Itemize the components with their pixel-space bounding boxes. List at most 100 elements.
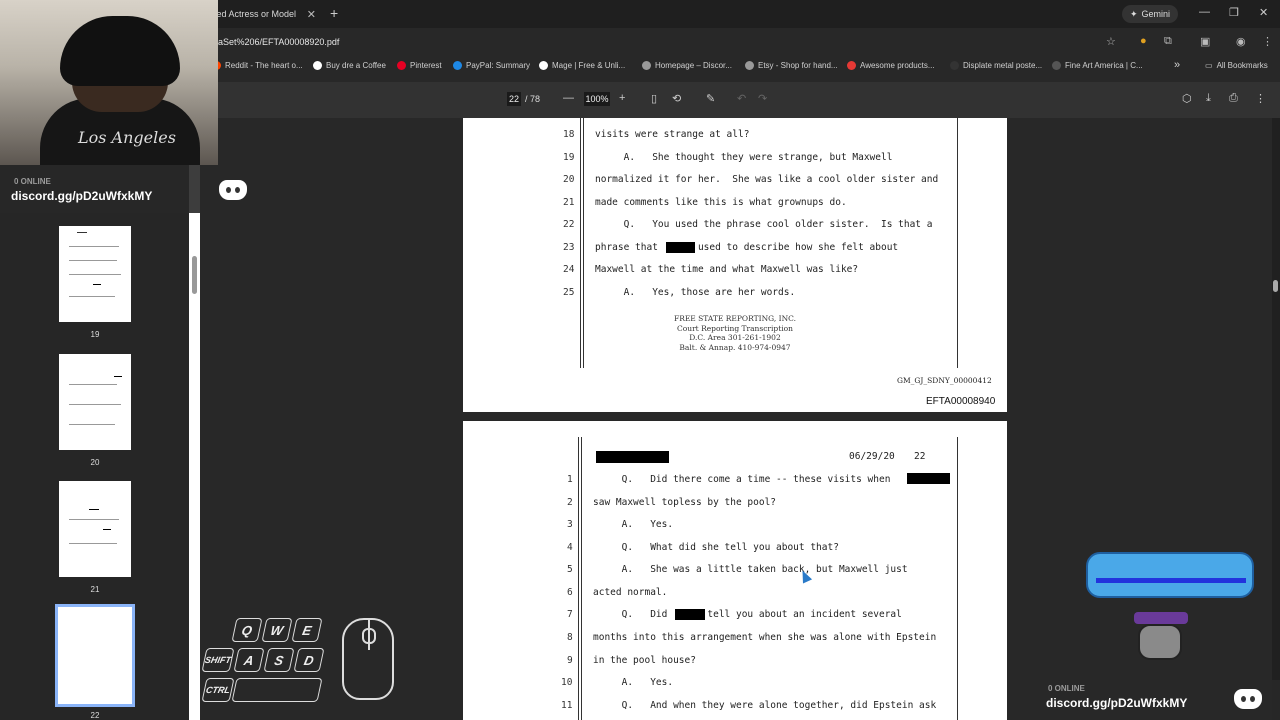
page-number-input[interactable]: 22 (507, 92, 521, 106)
pdf-menu-icon[interactable]: ⋮ (1255, 92, 1266, 105)
transcript-line: A. Yes, those are her words. (595, 287, 796, 298)
zoom-in-button[interactable]: + (619, 92, 625, 104)
line-number: 1 (567, 474, 573, 485)
tab-active[interactable]: fied Actress or Model ✕ (212, 2, 324, 26)
all-bookmarks-button[interactable]: ▭ All Bookmarks (1205, 61, 1268, 70)
displate-icon (950, 61, 959, 70)
redaction-box (666, 242, 695, 253)
annotate-icon[interactable]: ⬡ (1182, 92, 1192, 105)
extension-coin-icon[interactable]: ● (1140, 35, 1147, 47)
mouse-overlay (342, 618, 394, 700)
menu-kebab-icon[interactable]: ⋮ (1262, 35, 1273, 48)
transcript-line: in the pool house? (593, 655, 696, 666)
gemini-label: Gemini (1141, 9, 1171, 19)
rotate-icon[interactable]: ⟲ (672, 92, 681, 105)
transcript-line: A. She was a little taken back, but Maxw… (593, 564, 908, 575)
transcript-line: Q. And when they were alone together, di… (593, 700, 937, 711)
webcam-overlay: Los Angeles (0, 0, 218, 165)
tab-search-icon[interactable]: ▣ (1200, 35, 1210, 48)
fit-page-icon[interactable]: ▯ (651, 92, 657, 105)
new-tab-button[interactable]: + (330, 5, 338, 21)
url-field[interactable]: aSet%206/EFTA00008920.pdf (218, 37, 339, 47)
line-number: 4 (567, 542, 573, 553)
bookmark-item[interactable]: Displate metal poste... (950, 61, 1042, 70)
transcript-line: Q. Did tell you about an incident severa… (593, 609, 902, 620)
undo-icon[interactable]: ↶ (737, 92, 746, 105)
line-number: 18 (563, 129, 575, 140)
key-e: E (291, 618, 323, 642)
bates-stamp: GM_GJ_SDNY_00000412 (897, 376, 992, 385)
discord-widget: 0 ONLINE discord.gg/pD2uWfxkMY (0, 165, 256, 213)
mouse-wheel (362, 628, 376, 644)
transcript-line: saw Maxwell topless by the pool? (593, 497, 777, 508)
mage-icon (539, 61, 548, 70)
thumbnail-number: 21 (90, 585, 100, 594)
thumbnail-page[interactable] (59, 481, 131, 577)
page-header-number: 22 (914, 451, 926, 462)
redaction-box (596, 451, 669, 463)
line-number: 5 (567, 564, 573, 575)
sidebar-scroll-thumb[interactable] (192, 256, 197, 294)
reporter-footer: FREE STATE REPORTING, INC. Court Reporti… (673, 314, 796, 352)
globe-icon (642, 61, 651, 70)
bookmark-item[interactable]: Etsy - Shop for hand... (745, 61, 838, 70)
key-s: S (263, 648, 295, 672)
bookmarks-overflow-icon[interactable]: » (1174, 59, 1180, 71)
restore-icon[interactable]: ❐ (1229, 6, 1239, 19)
key-space (231, 678, 323, 702)
discord-invite-link: discord.gg/pD2uWfxkMY (11, 189, 153, 203)
key-w: W (261, 618, 293, 642)
line-number: 25 (563, 287, 575, 298)
transcript-line: normalized it for her. She was like a co… (595, 174, 939, 185)
zoom-input[interactable]: 100% (584, 92, 610, 106)
line-number: 2 (567, 497, 573, 508)
close-window-icon[interactable]: ✕ (1259, 6, 1268, 19)
line-number: 11 (561, 700, 573, 711)
zoom-out-button[interactable]: — (563, 92, 574, 104)
bookmark-item[interactable]: Pinterest (397, 61, 442, 70)
pdf-page: 06/29/20 22 1 Q. Did there come a time -… (463, 421, 1007, 720)
line-number: 6 (567, 587, 573, 598)
tab-close-icon[interactable]: ✕ (307, 8, 316, 21)
redaction-box (907, 473, 950, 484)
line-number: 7 (567, 609, 573, 620)
print-icon[interactable]: ⎙ (1229, 92, 1238, 105)
discord-icon (219, 180, 247, 200)
profile-avatar-icon[interactable]: ◉ (1236, 35, 1246, 48)
discord-widget: 0 ONLINE discord.gg/pD2uWfxkMY (1038, 680, 1280, 720)
transcript-line: acted normal. (593, 587, 668, 598)
key-shift: SHIFT (201, 648, 235, 672)
line-number: 9 (567, 655, 573, 666)
bookmark-item[interactable]: Homepage – Discor... (642, 61, 732, 70)
bookmark-item[interactable]: Mage | Free & Unli... (539, 61, 625, 70)
folder-icon: ▭ (1205, 61, 1213, 70)
viewer-scrollbar[interactable] (1272, 118, 1280, 720)
bookmark-item[interactable]: Fine Art America | C... (1052, 61, 1143, 70)
line-number: 21 (563, 197, 575, 208)
page-header-date: 06/29/20 (849, 451, 895, 462)
bookmark-item[interactable]: Reddit - The heart o... (212, 61, 303, 70)
efta-number: EFTA00008940 (926, 396, 996, 407)
star-icon[interactable]: ☆ (1106, 35, 1116, 48)
bookmark-item[interactable]: Awesome products... (847, 61, 935, 70)
viewer-scroll-thumb[interactable] (1273, 280, 1278, 292)
draw-icon[interactable]: ✎ (706, 92, 715, 105)
bookmark-item[interactable]: PayPal: Summary (453, 61, 530, 70)
transcript-line: Q. What did she tell you about that? (593, 542, 839, 553)
thumbnail-page-selected[interactable] (55, 604, 135, 707)
redo-icon[interactable]: ↷ (758, 92, 767, 105)
key-a: A (233, 648, 265, 672)
gemini-button[interactable]: ✦ Gemini (1122, 5, 1179, 23)
download-icon[interactable]: ⤓ (1206, 92, 1211, 105)
thumbnail-page[interactable] (59, 354, 131, 450)
thumbnail-page[interactable] (59, 226, 131, 322)
minimize-icon[interactable]: — (1199, 6, 1210, 18)
bookmark-item[interactable]: Buy dre a Coffee (313, 61, 386, 70)
line-number: 3 (567, 519, 573, 530)
transcript-line: A. She thought they were strange, but Ma… (595, 152, 893, 163)
extensions-icon[interactable]: ⧉ (1164, 35, 1172, 48)
transcript-line: Q. Did there come a time -- these visits… (593, 474, 891, 485)
transcript-line: Maxwell at the time and what Maxwell was… (595, 264, 859, 275)
raccoon-mascot (1082, 548, 1258, 672)
key-d: D (293, 648, 325, 672)
